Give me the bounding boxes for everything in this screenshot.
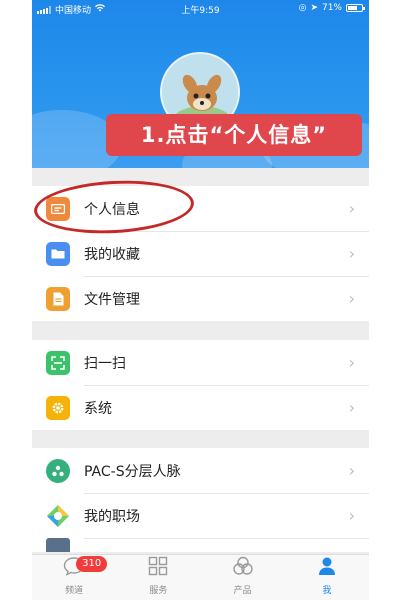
menu-group-2: 扫一扫 › 系统 › — [32, 340, 369, 430]
tab-label: 产品 — [233, 586, 252, 596]
lock-rotation-icon: ◎ — [298, 3, 307, 13]
unread-badge: 310 — [76, 556, 108, 572]
chevron-right-icon: › — [348, 398, 355, 417]
workplace-icon — [46, 504, 70, 528]
tab-bar: 310 频道 服务 产品 我 — [32, 554, 369, 600]
annotation-callout: 1.点击“个人信息” — [106, 114, 362, 156]
menu-item-my-workplace[interactable]: 我的职场 › — [32, 493, 369, 538]
battery-percent: 71% — [321, 3, 342, 13]
menu-item-label: 我的职场 — [84, 508, 140, 525]
phone-screen: 中国移动 上午9:59 ◎ ➤ 71% 1.点击“个人信息” 个人信息 › 我的… — [32, 0, 369, 600]
circles-icon — [232, 556, 254, 580]
folder-icon — [46, 241, 70, 266]
tab-channels[interactable]: 310 频道 — [32, 555, 116, 600]
menu-item-file-management[interactable]: 文件管理 › — [32, 276, 369, 321]
chevron-right-icon: › — [348, 289, 355, 308]
chevron-right-icon: › — [348, 244, 355, 263]
menu-item-label: 我的收藏 — [84, 246, 140, 263]
tab-label: 频道 — [65, 586, 84, 596]
location-icon: ➤ — [310, 3, 318, 13]
grid-icon — [148, 556, 168, 580]
menu-item-scan[interactable]: 扫一扫 › — [32, 340, 369, 385]
menu-item-favorites[interactable]: 我的收藏 › — [32, 231, 369, 276]
menu-item-label: 系统 — [84, 400, 112, 417]
document-icon — [46, 286, 70, 311]
person-icon — [317, 556, 337, 580]
tab-label: 服务 — [149, 586, 168, 596]
tab-services[interactable]: 服务 — [116, 555, 200, 600]
menu-item-label: 文件管理 — [84, 291, 140, 308]
scan-icon — [46, 350, 70, 375]
menu-item-label: 扫一扫 — [84, 355, 126, 372]
tab-me[interactable]: 我 — [285, 555, 369, 600]
chevron-right-icon: › — [348, 353, 355, 372]
gear-icon — [46, 395, 70, 420]
chevron-right-icon: › — [348, 506, 355, 525]
chevron-right-icon: › — [348, 461, 355, 480]
menu-item-system[interactable]: 系统 › — [32, 385, 369, 430]
menu-item-label: PAC-S分层人脉 — [84, 463, 181, 480]
network-icon — [46, 458, 70, 483]
tab-label: 我 — [322, 586, 332, 596]
status-bar: 中国移动 上午9:59 ◎ ➤ 71% — [32, 0, 369, 18]
partial-item-icon — [46, 538, 70, 552]
menu-group-3: PAC-S分层人脉 › 我的职场 › — [32, 448, 369, 552]
battery-icon — [346, 4, 365, 12]
chevron-right-icon: › — [348, 199, 355, 218]
tab-products[interactable]: 产品 — [201, 555, 285, 600]
menu-item-pac-network[interactable]: PAC-S分层人脉 › — [32, 448, 369, 493]
menu-item-partial[interactable] — [32, 538, 369, 552]
